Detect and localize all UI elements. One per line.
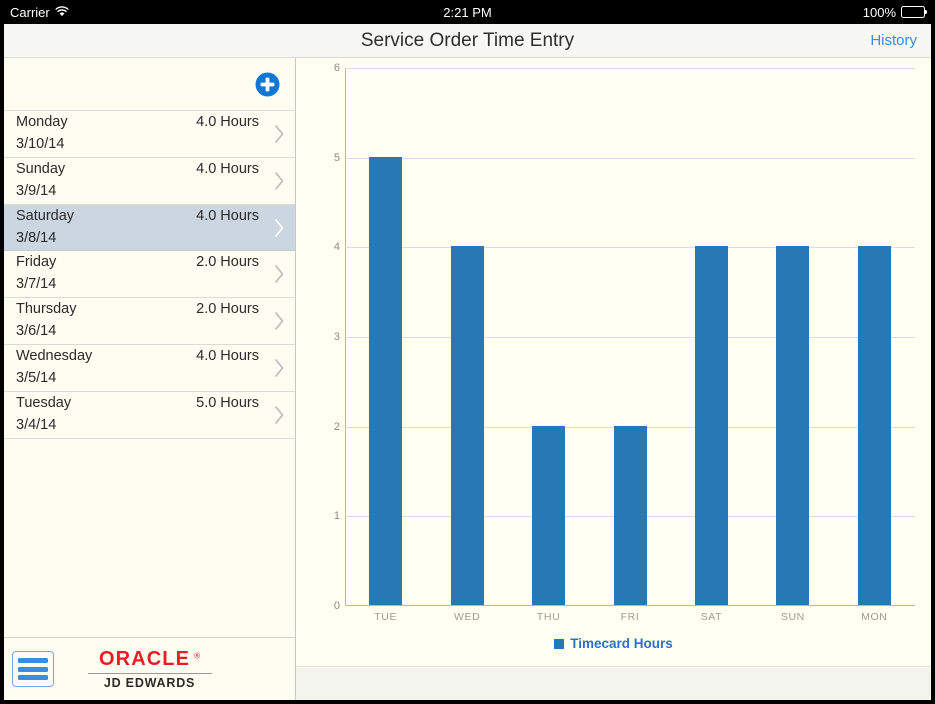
timecard-list-row[interactable]: Thursday 3/6/14 2.0 Hours bbox=[4, 298, 295, 345]
timecard-list-row[interactable]: Monday 3/10/14 4.0 Hours bbox=[4, 111, 295, 158]
row-date-label: 3/7/14 bbox=[16, 276, 57, 293]
row-hours-label: 2.0 Hours bbox=[196, 301, 259, 318]
app-window: Service Order Time Entry History Monday 3… bbox=[4, 24, 931, 700]
x-axis-tick-label: MON bbox=[861, 611, 888, 623]
chart-bar bbox=[613, 425, 647, 605]
row-date-label: 3/4/14 bbox=[16, 416, 57, 433]
status-bar-clock-container: 2:21 PM bbox=[0, 0, 935, 24]
timecard-list-row[interactable]: Friday 3/7/14 2.0 Hours bbox=[4, 251, 295, 299]
timecard-list-row[interactable]: Wednesday 3/5/14 4.0 Hours bbox=[4, 344, 295, 392]
x-axis-tick-label: WED bbox=[453, 611, 481, 623]
row-date-label: 3/6/14 bbox=[16, 323, 57, 340]
chevron-right-icon bbox=[275, 218, 284, 237]
chevron-right-icon bbox=[275, 405, 284, 424]
row-hours-label: 5.0 Hours bbox=[196, 394, 259, 411]
legend-label: Timecard Hours bbox=[570, 636, 673, 651]
oracle-wordmark: ORACLE ® bbox=[4, 648, 295, 671]
navigation-bar: Service Order Time Entry History bbox=[4, 24, 931, 58]
row-day-label: Tuesday bbox=[16, 394, 72, 411]
chart-bar bbox=[857, 246, 891, 605]
y-axis-tick-label: 6 bbox=[333, 62, 340, 74]
x-axis-tick-label: TUE bbox=[374, 611, 398, 623]
chevron-right-icon bbox=[275, 125, 284, 143]
row-day-label: Thursday bbox=[16, 301, 77, 318]
timecard-hours-bar-chart: 0 1 2 3 4 5 6 TUE WED THU FRI SAT SUN MON Timecard H… bbox=[296, 58, 931, 667]
battery-full-icon bbox=[901, 6, 928, 18]
chart-bottom-strip bbox=[296, 668, 931, 700]
chevron-right-icon bbox=[275, 359, 284, 377]
row-date-label: 3/9/14 bbox=[16, 182, 57, 199]
x-axis-line bbox=[345, 605, 915, 606]
row-date-label: 3/5/14 bbox=[16, 369, 57, 386]
chart-bar bbox=[369, 156, 403, 605]
status-bar-right: 100% bbox=[862, 0, 928, 24]
x-axis-tick-label: SAT bbox=[700, 611, 723, 623]
chart-gridline bbox=[345, 337, 915, 338]
status-bar: Carrier 2:21 PM 100% bbox=[0, 0, 935, 24]
chart-legend: Timecard Hours bbox=[296, 636, 931, 651]
ipad-device-frame: Carrier 2:21 PM 100% Service Order Time … bbox=[0, 0, 935, 704]
chevron-right-icon bbox=[275, 312, 284, 331]
x-axis-tick-label: SUN bbox=[780, 611, 805, 623]
y-axis-tick-label: 4 bbox=[333, 241, 340, 254]
chart-gridline bbox=[345, 68, 915, 69]
row-hours-label: 2.0 Hours bbox=[196, 254, 259, 271]
chevron-right-icon bbox=[275, 171, 284, 190]
chart-panel: 0 1 2 3 4 5 6 TUE WED THU FRI SAT SUN MON Timecard H… bbox=[296, 58, 931, 700]
product-name-text: JD EDWARDS bbox=[103, 676, 196, 690]
page-title: Service Order Time Entry bbox=[360, 30, 575, 51]
list-header bbox=[4, 58, 295, 111]
chart-plot-area bbox=[345, 68, 915, 606]
row-day-label: Sunday bbox=[16, 160, 66, 177]
oracle-brand-text: ORACLE bbox=[99, 648, 191, 670]
x-axis-tick-labels: TUE WED THU FRI SAT SUN MON bbox=[345, 611, 915, 629]
chart-gridline bbox=[345, 157, 915, 159]
row-day-label: Friday bbox=[16, 254, 57, 271]
row-hours-label: 4.0 Hours bbox=[196, 207, 259, 224]
brand-footer: ORACLE ® JD EDWARDS bbox=[4, 637, 295, 700]
chart-bar bbox=[694, 246, 728, 605]
y-axis-tick-label: 3 bbox=[333, 331, 340, 343]
logo-divider bbox=[87, 673, 212, 674]
row-date-label: 3/10/14 bbox=[16, 136, 65, 152]
timecard-list-panel: Monday 3/10/14 4.0 Hours Sunday 3/9/14 4.0 Ho… bbox=[4, 58, 296, 700]
legend-swatch-icon bbox=[554, 639, 565, 649]
row-hours-label: 4.0 Hours bbox=[196, 160, 259, 177]
chart-bar bbox=[450, 246, 484, 605]
row-date-label: 3/8/14 bbox=[16, 229, 57, 246]
x-axis-tick-label: THU bbox=[536, 611, 561, 623]
timecard-list-row[interactable]: Saturday 3/8/14 4.0 Hours bbox=[4, 204, 295, 252]
plus-circle-icon[interactable] bbox=[255, 72, 280, 97]
y-axis-tick-label: 1 bbox=[333, 510, 340, 523]
history-button[interactable]: History bbox=[870, 24, 917, 57]
list-empty-area bbox=[4, 438, 295, 637]
chevron-right-icon bbox=[275, 265, 284, 284]
registered-trademark-icon: ® bbox=[194, 651, 200, 661]
row-day-label: Wednesday bbox=[16, 347, 93, 364]
oracle-jd-edwards-logo: ORACLE ® JD EDWARDS bbox=[4, 648, 295, 690]
y-axis-tick-labels: 0 1 2 3 4 5 6 bbox=[296, 62, 340, 612]
y-axis-tick-label: 0 bbox=[333, 600, 340, 612]
timecard-list-row[interactable]: Sunday 3/9/14 4.0 Hours bbox=[4, 157, 295, 205]
chart-bar bbox=[532, 425, 566, 605]
y-axis-tick-label: 2 bbox=[333, 420, 340, 433]
row-hours-label: 4.0 Hours bbox=[196, 347, 259, 364]
clock-label: 2:21 PM bbox=[443, 4, 492, 20]
chart-gridline bbox=[345, 247, 915, 249]
row-hours-label: 4.0 Hours bbox=[196, 114, 259, 130]
timecard-list-row[interactable]: Tuesday 3/4/14 5.0 Hours bbox=[4, 391, 295, 439]
x-axis-tick-label: FRI bbox=[620, 611, 640, 623]
chart-bar bbox=[776, 246, 810, 605]
row-day-label: Saturday bbox=[16, 207, 75, 224]
row-day-label: Monday bbox=[16, 114, 68, 130]
timecard-list: Monday 3/10/14 4.0 Hours Sunday 3/9/14 4.0 Ho… bbox=[4, 111, 295, 439]
y-axis-tick-label: 5 bbox=[333, 151, 340, 164]
battery-percent-label: 100% bbox=[862, 4, 896, 20]
